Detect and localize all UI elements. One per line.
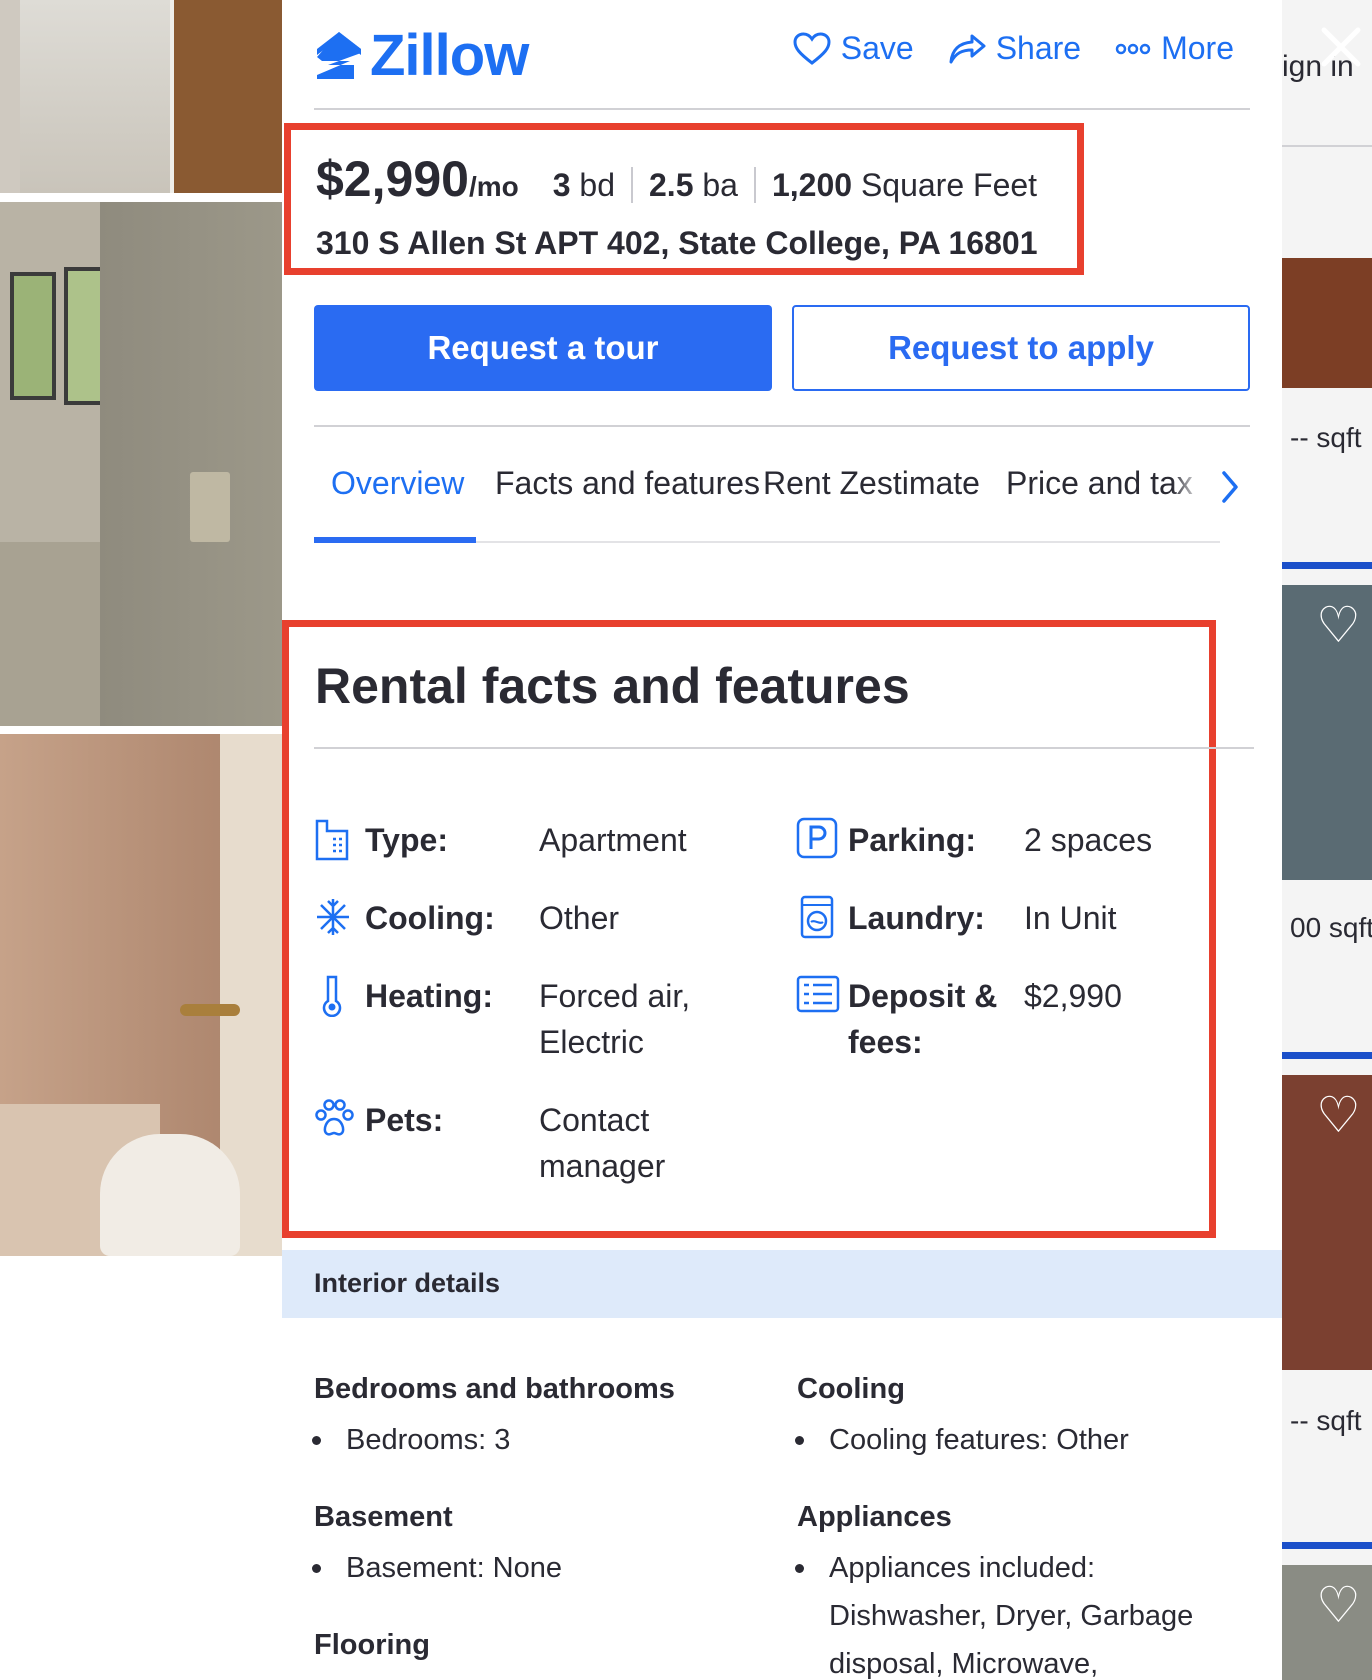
fact-parking-value: 2 spaces [1024,822,1153,858]
cooling-heading: Cooling [797,1373,905,1405]
fact-heating: Heating: Forced air, Electric [313,973,739,1065]
result-sqft: -- sqft [1290,1405,1362,1436]
listing-detail-panel: Zillow Save Share More $2,990 /mo 3 bd 2… [282,0,1282,1680]
fact-pets-value: Contact manager [539,1102,666,1184]
fact-cooling: Cooling: Other [313,895,739,941]
fact-heating-value: Forced air, Electric [539,978,691,1060]
thermometer-icon [322,975,342,1017]
bathrooms-stat: 2.5 ba [633,167,756,203]
close-icon[interactable] [1318,24,1364,70]
tab-price-and-tax[interactable]: Price and tax [1006,465,1193,502]
listing-price: $2,990 [316,151,469,207]
building-icon [315,819,349,861]
listing-photo-stairs[interactable] [0,0,282,193]
fees-list-icon [796,975,840,1013]
result-sqft: -- sqft [1290,422,1362,453]
listing-address: 310 S Allen St APT 402, State College, P… [316,225,1038,261]
rental-facts-section: Rental facts and features Type: Apartmen… [282,620,1254,1238]
list-item: Appliances included: Dishwasher, Dryer, … [795,1544,1219,1680]
more-button[interactable]: More [1115,30,1234,67]
fact-laundry: Laundry: In Unit [796,895,1194,941]
fact-heating-label: Heating: [365,978,493,1014]
tab-overview[interactable]: Overview [331,465,464,502]
fact-deposit-fees-label: Deposit & fees: [848,978,998,1060]
more-label: More [1161,30,1234,66]
listing-header: Zillow Save Share More [314,0,1250,110]
save-label: Save [840,30,914,66]
fact-pets-label: Pets: [365,1102,444,1138]
fact-type-label: Type: [365,822,448,858]
price-unit: /mo [468,171,519,202]
interior-details-label: Interior details [314,1268,501,1298]
fact-type-value: Apartment [539,822,687,858]
list-item: Bedrooms: 3 [312,1416,726,1464]
fact-laundry-value: In Unit [1024,900,1117,936]
chevron-right-icon[interactable] [1214,467,1244,507]
request-apply-button[interactable]: Request to apply [792,305,1250,391]
list-item: Cooling features: Other [795,1416,1249,1464]
favorite-heart-icon[interactable]: ♡ [1316,600,1361,650]
share-button[interactable]: Share [948,30,1081,67]
result-sqft: 00 sqft [1290,912,1372,943]
more-dots-icon [1115,43,1151,54]
fact-deposit-fees: Deposit & fees: $2,990 [796,973,1194,1065]
zillow-logo-text: Zillow [370,23,529,88]
fact-cooling-value: Other [539,900,620,936]
fact-parking-label: Parking: [848,822,977,858]
fact-laundry-label: Laundry: [848,900,985,936]
fact-cooling-label: Cooling: [365,900,495,936]
fact-parking: Parking: 2 spaces [796,817,1194,863]
fact-pets: Pets: Contact manager [313,1097,739,1189]
favorite-heart-icon[interactable]: ♡ [1316,1090,1361,1140]
tab-rent-zestimate[interactable]: Rent Zestimate [763,465,980,502]
zillow-logo-icon [317,31,361,79]
flooring-heading: Flooring [314,1629,430,1661]
listing-photo-bedroom[interactable] [0,202,282,726]
tab-facts-and-features[interactable]: Facts and features [495,465,760,502]
result-photo[interactable] [1282,258,1372,388]
area-stat: 1,200 Square Feet [771,167,1038,203]
section-tabs: Overview Facts and features Rent Zestima… [314,425,1250,543]
background-search-results: ign in -- sqft ♡ 00 sqft ♡ -- sqft ♡ [1282,0,1372,1680]
interior-details-band[interactable]: Interior details [282,1250,1282,1318]
parking-icon [796,817,838,859]
listing-photo-bathroom[interactable] [0,734,282,1256]
fact-type: Type: Apartment [313,817,739,863]
zillow-logo[interactable]: Zillow [314,22,529,89]
share-label: Share [995,30,1082,66]
favorite-heart-icon[interactable]: ♡ [1316,1580,1361,1630]
heart-icon [793,31,831,65]
basement-heading: Basement [314,1501,453,1533]
paw-icon [315,1099,354,1136]
list-item: Basement: None [312,1544,726,1592]
request-tour-button[interactable]: Request a tour [314,305,772,391]
listing-summary: $2,990 /mo 3 bd 2.5 ba 1,200 Square Feet… [284,123,1084,275]
rental-facts-title: Rental facts and features [315,658,910,714]
active-tab-indicator [314,537,476,543]
snowflake-icon [317,899,349,935]
save-button[interactable]: Save [793,30,914,67]
bedrooms-bathrooms-heading: Bedrooms and bathrooms [314,1373,675,1405]
bedrooms-stat: 3 bd [537,167,633,203]
washer-icon [800,895,834,939]
appliances-heading: Appliances [797,1501,952,1533]
fact-deposit-fees-value: $2,990 [1024,978,1122,1014]
share-icon [949,34,986,63]
